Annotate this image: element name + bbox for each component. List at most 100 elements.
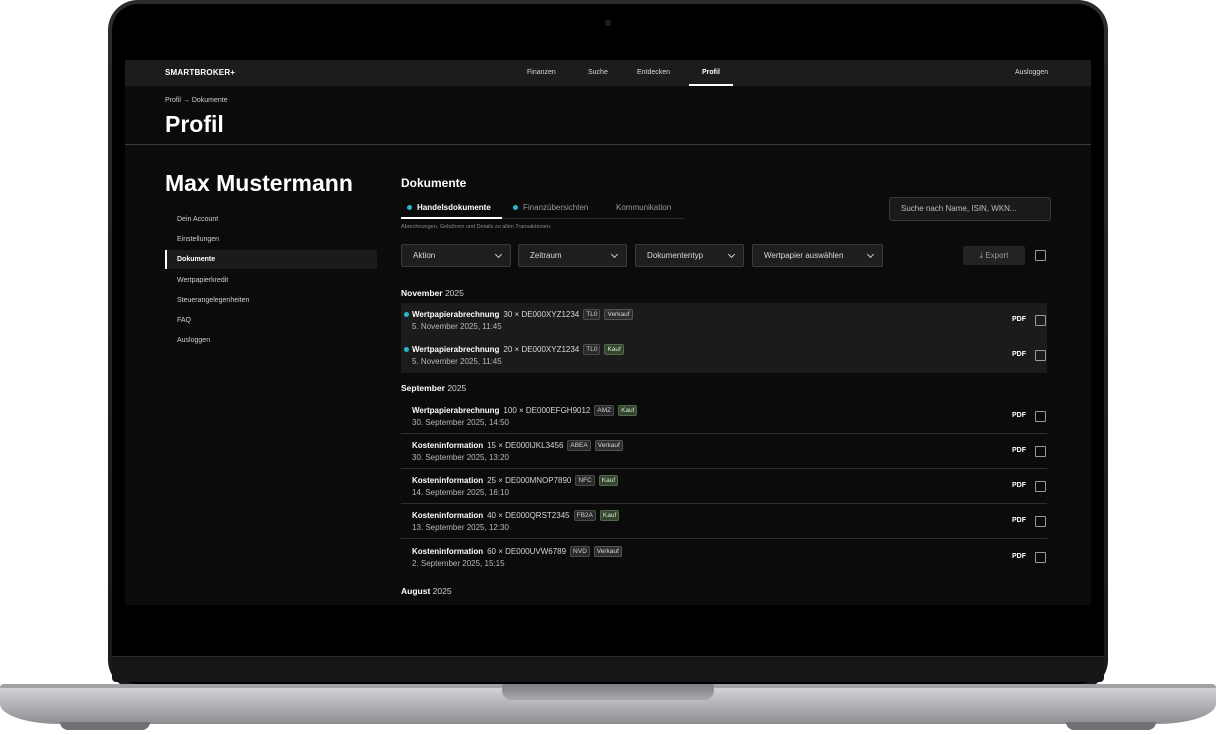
ticker-badge: FB2A [573,510,596,521]
document-row[interactable]: Wertpapierabrechnung 30 × DE000XYZ1234 T… [401,303,1047,338]
top-navigation: SMARTBROKER+ Finanzen Suche Entdecken Pr… [125,60,1091,86]
pdf-download-link[interactable]: PDF [1012,553,1026,560]
chevron-down-icon [866,250,875,259]
ticker-badge: AMZ [594,405,615,416]
sidebar-item-wertpapierkredit[interactable]: Wertpapierkredit [165,271,377,290]
tab-kommunikation[interactable]: Kommunikation [616,203,671,212]
document-row[interactable]: Wertpapierabrechnung 20 × DE000XYZ1234 T… [401,338,1047,373]
sidebar-item-steuerangelegenheiten[interactable]: Steuerangelegenheiten [165,291,377,310]
filter-label: Aktion [413,251,436,260]
action-badge: Kauf [604,344,624,355]
pdf-download-link[interactable]: PDF [1012,482,1026,489]
nav-item-profil[interactable]: Profil [702,69,720,76]
document-row[interactable]: Kosteninformation 25 × DE000MNOP7890 NFC… [401,469,1047,504]
laptop-foot-left [60,722,150,730]
document-date: 30. September 2025, 14:50 [412,418,509,427]
sidebar-item-ausloggen[interactable]: Ausloggen [165,331,377,350]
sidebar-item-einstellungen[interactable]: Einstellungen [165,230,377,249]
nav-active-indicator [689,84,733,86]
laptop-foot-right [1066,722,1156,730]
row-checkbox[interactable] [1035,411,1046,422]
sidebar-item-dein-account[interactable]: Dein Account [165,210,377,229]
ticker-badge: NVD [570,546,590,557]
filter-zeitraum[interactable]: Zeitraum [518,244,627,267]
unread-dot-icon [404,312,409,317]
filter-wertpapier[interactable]: Wertpapier auswählen [752,244,883,267]
row-checkbox[interactable] [1035,552,1046,563]
documents-title: Dokumente [401,176,467,190]
document-detail: 30 × DE000XYZ1234 [503,310,580,319]
document-type[interactable]: Kosteninformation [412,441,483,450]
month-heading: September 2025 [401,383,467,393]
sidebar-item-dokumente[interactable]: Dokumente [165,250,377,269]
export-button[interactable]: ⤓ Export [963,246,1025,265]
action-badge: Kauf [599,510,620,521]
pdf-download-link[interactable]: PDF [1012,351,1026,358]
ticker-badge: TL0 [583,344,601,355]
row-checkbox[interactable] [1035,516,1046,527]
nav-item-entdecken[interactable]: Entdecken [637,69,670,76]
pdf-download-link[interactable]: PDF [1012,517,1026,524]
filter-dokumententyp[interactable]: Dokumententyp [635,244,744,267]
document-row[interactable]: Kosteninformation 60 × DE000UVW6789 NVD … [401,540,1047,575]
search-input[interactable]: Suche nach Name, ISIN, WKN... [889,197,1051,221]
sidebar-item-faq[interactable]: FAQ [165,311,377,330]
document-date: 14. September 2025, 16:10 [412,488,509,497]
action-badge: Verkauf [604,309,633,320]
select-all-checkbox[interactable] [1035,250,1046,261]
document-row[interactable]: Kosteninformation 40 × DE000QRST2345 FB2… [401,504,1047,539]
brand-logo[interactable]: SMARTBROKER+ [165,68,235,77]
document-type[interactable]: Wertpapierabrechnung [412,345,499,354]
tab-handelsdokumente[interactable]: Handelsdokumente [407,203,491,212]
document-date: 30. September 2025, 13:20 [412,453,509,462]
document-detail: 100 × DE000EFGH9012 [503,406,591,415]
logout-link[interactable]: Ausloggen [1015,69,1048,76]
filter-label: Zeitraum [530,251,562,260]
ticker-badge: ABEA [567,440,591,451]
document-date: 5. November 2025, 11:45 [412,322,502,331]
document-row[interactable]: Wertpapierabrechnung 100 × DE000EFGH9012… [401,399,1047,434]
month-heading: August 2025 [401,586,452,596]
header-divider [125,144,1091,145]
document-date: 5. November 2025, 11:45 [412,357,502,366]
screen-bottom-strip [112,656,1104,682]
document-type[interactable]: Kosteninformation [412,547,483,556]
document-detail: 20 × DE000XYZ1234 [503,345,580,354]
tab-active-indicator [401,217,502,219]
unread-dot-icon [404,347,409,352]
filter-label: Wertpapier auswählen [764,251,844,260]
unread-dot-icon [513,205,518,210]
tab-label: Kommunikation [616,203,672,212]
action-badge: Kauf [598,475,619,486]
filter-label: Dokumententyp [647,251,704,260]
action-badge: Kauf [618,405,638,416]
action-badge: Verkauf [594,440,623,451]
pdf-download-link[interactable]: PDF [1012,412,1026,419]
document-detail: 25 × DE000MNOP7890 [487,476,572,485]
row-checkbox[interactable] [1035,446,1046,457]
row-checkbox[interactable] [1035,350,1046,361]
document-detail: 60 × DE000UVW6789 [487,547,567,556]
breadcrumb[interactable]: Profil → Dokumente [165,97,228,104]
nav-item-suche[interactable]: Suche [588,69,608,76]
month-heading: November 2025 [401,288,464,298]
tab-description: Abrechnungen, Gebühren und Details zu al… [401,224,552,230]
row-checkbox[interactable] [1035,315,1046,326]
document-row[interactable]: Kosteninformation 15 × DE000IJKL3456 ABE… [401,434,1047,469]
document-date: 2. September 2025, 15:15 [412,559,505,568]
document-type[interactable]: Kosteninformation [412,511,483,520]
filter-aktion[interactable]: Aktion [401,244,511,267]
action-badge: Verkauf [593,546,622,557]
row-checkbox[interactable] [1035,481,1046,492]
pdf-download-link[interactable]: PDF [1012,447,1026,454]
laptop-opening-notch [502,684,714,700]
document-type[interactable]: Wertpapierabrechnung [412,310,499,319]
nav-item-finanzen[interactable]: Finanzen [527,69,556,76]
user-name: Max Mustermann [165,170,353,196]
chevron-down-icon [494,250,503,259]
document-type[interactable]: Wertpapierabrechnung [412,406,499,415]
pdf-download-link[interactable]: PDF [1012,316,1026,323]
tab-finanzuebersichten[interactable]: Finanzübersichten [513,203,588,212]
tab-label: Finanzübersichten [523,203,589,212]
document-type[interactable]: Kosteninformation [412,476,483,485]
